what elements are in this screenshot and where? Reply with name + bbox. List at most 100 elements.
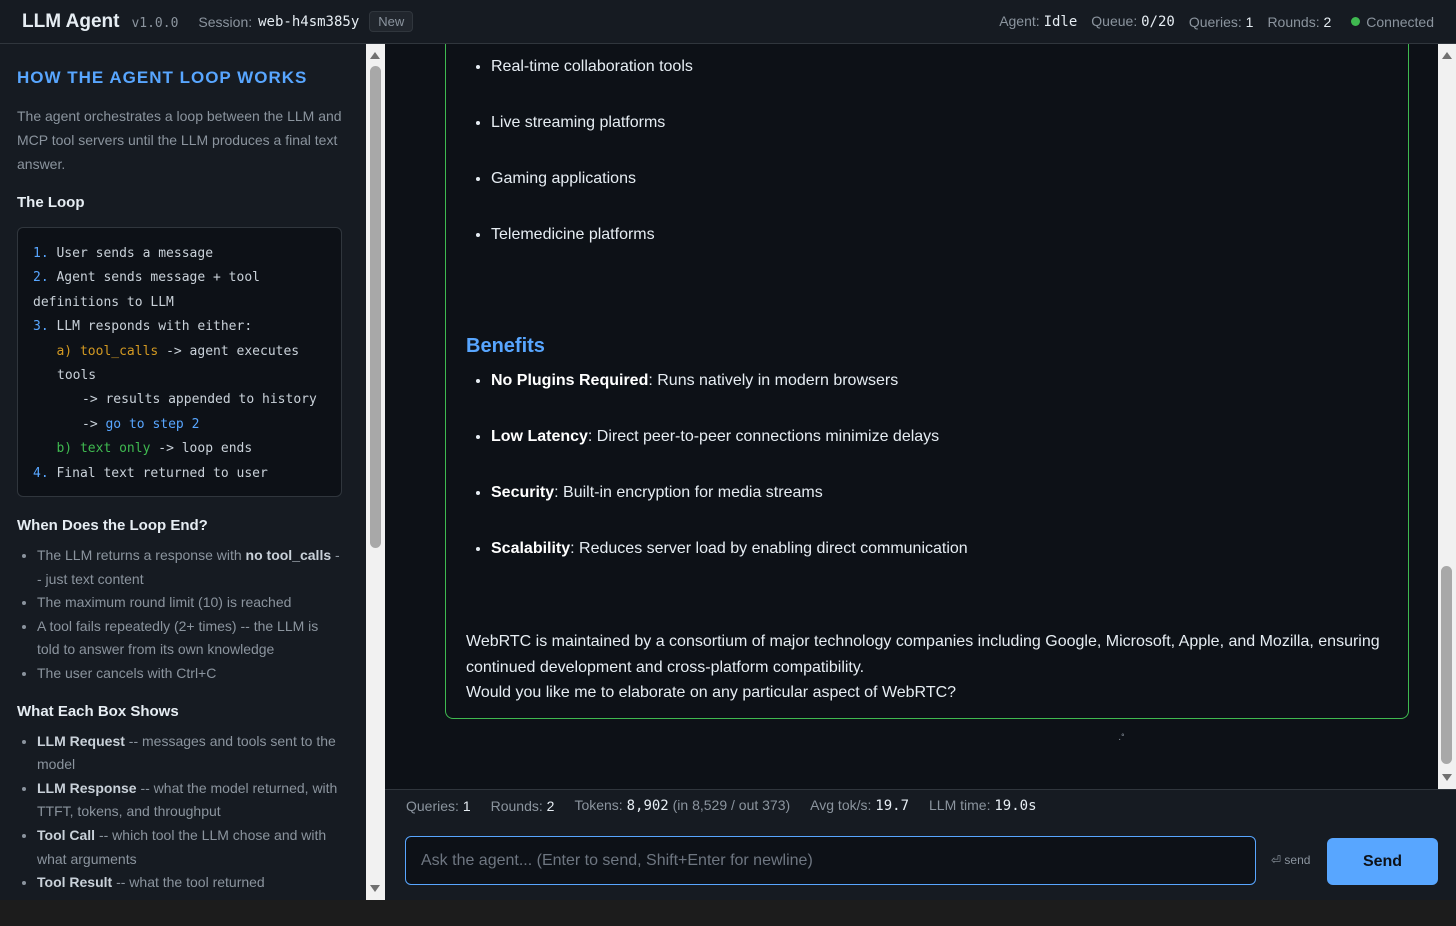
- code-line: 4. Final text returned to user: [33, 462, 327, 486]
- scrollbar-thumb[interactable]: [1441, 566, 1452, 764]
- session-id: web-h4sm385y: [258, 13, 360, 30]
- loop-code-block: 1. User sends a message 2. Agent sends m…: [17, 227, 342, 498]
- benefits-list: No Plugins Required: Runs natively in mo…: [466, 350, 1388, 574]
- code-line: 1. User sends a message: [33, 242, 327, 266]
- stat-rounds: Rounds: 2: [491, 798, 555, 814]
- stat-llm-time: LLM time: 19.0s: [929, 797, 1037, 814]
- stat-detail: (in 8,529 / out 373): [672, 797, 791, 813]
- stat-tokens: Tokens: 8,902 (in 8,529 / out 373): [574, 797, 790, 814]
- use-case-list: Real-time collaboration tools Live strea…: [466, 44, 1388, 260]
- bottom-strip: [0, 900, 1456, 926]
- stat-value: 2: [546, 797, 555, 814]
- list-item: LLM Request -- messages and tools sent t…: [37, 730, 342, 777]
- item-text: The LLM returns a response with: [37, 547, 246, 564]
- assistant-message: Real-time collaboration tools Live strea…: [445, 44, 1409, 719]
- item-title: LLM Response: [37, 779, 137, 796]
- stat-value: 8,902: [626, 798, 669, 814]
- step-text: -> results appended to history: [82, 392, 317, 408]
- stat-value: 19.0s: [994, 798, 1037, 814]
- agent-status: Agent: Idle: [999, 13, 1077, 30]
- scroll-down-icon[interactable]: [370, 885, 380, 892]
- sidebar-scrollbar[interactable]: [366, 44, 385, 900]
- list-item: Low Latency: Direct peer-to-peer connect…: [491, 406, 1388, 462]
- stat-label: LLM time:: [929, 797, 991, 813]
- stat-value: 1: [462, 797, 471, 814]
- rounds-status: Rounds: 2: [1267, 14, 1331, 30]
- list-item: Live streaming platforms: [491, 92, 1388, 148]
- benefit-title: Security: [491, 484, 555, 501]
- queue-label: Queue:: [1091, 13, 1138, 29]
- code-line: 3. LLM responds with either:: [33, 315, 327, 339]
- item-title: Tool Result: [37, 874, 113, 891]
- new-session-button[interactable]: New: [369, 11, 414, 32]
- queue-status: Queue: 0/20: [1091, 13, 1175, 30]
- rounds-value: 2: [1323, 13, 1332, 30]
- code-line: a) tool_calls -> agent executes tools: [33, 340, 327, 389]
- sidebar: How the Agent Loop Works The agent orche…: [0, 44, 366, 900]
- tool-calls-keyword: tool_calls: [79, 343, 159, 359]
- input-bar: ⏎ send Send: [385, 821, 1456, 900]
- benefit-text: : Reduces server load by enabling direct…: [570, 540, 968, 557]
- chat-scrollbar[interactable]: [1438, 44, 1456, 789]
- send-hint: ⏎ send: [1271, 853, 1311, 867]
- session-label: Session:: [198, 13, 253, 30]
- app-version: v1.0.0: [131, 15, 179, 31]
- list-item: Telemedicine platforms: [491, 204, 1388, 260]
- box-heading: What Each Box Shows: [17, 702, 179, 720]
- sidebar-title: How the Agent Loop Works: [17, 68, 308, 87]
- connection-dot-icon: [1351, 17, 1361, 26]
- list-item: Security: Built-in encryption for media …: [491, 462, 1388, 518]
- queries-value: 1: [1245, 13, 1254, 30]
- queries-status: Queries: 1: [1189, 14, 1254, 30]
- scroll-up-icon[interactable]: [1442, 52, 1452, 59]
- benefit-text: : Built-in encryption for media streams: [554, 484, 823, 501]
- step-text: -> loop ends: [150, 441, 253, 457]
- step-number: 4.: [33, 465, 49, 481]
- scrollbar-thumb[interactable]: [370, 66, 381, 548]
- loop-end-list: The LLM returns a response with no tool_…: [17, 544, 342, 686]
- send-button[interactable]: Send: [1327, 838, 1438, 885]
- header-stats: Agent: Idle Queue: 0/20 Queries: 1 Round…: [985, 13, 1456, 30]
- step-text: Final text returned to user: [48, 465, 268, 481]
- rounds-label: Rounds:: [1267, 13, 1320, 30]
- benefit-text: : Direct peer-to-peer connections minimi…: [587, 428, 940, 445]
- agent-status-label: Agent:: [999, 13, 1040, 29]
- closing-question: Would you like me to elaborate on any pa…: [466, 684, 957, 702]
- loop-end-heading: When Does the Loop End?: [17, 517, 208, 535]
- stat-label: Queries:: [406, 797, 459, 814]
- chat-input[interactable]: [405, 836, 1256, 885]
- loading-indicator-icon: ·˚: [1118, 734, 1125, 745]
- benefit-title: Scalability: [491, 540, 571, 557]
- app-title: LLM Agent: [22, 10, 120, 32]
- code-line: -> go to step 2: [33, 413, 327, 437]
- list-item: Gaming applications: [491, 148, 1388, 204]
- list-item: The LLM returns a response with no tool_…: [37, 544, 342, 591]
- scroll-down-icon[interactable]: [1442, 774, 1452, 781]
- closing-paragraph: WebRTC is maintained by a consortium of …: [466, 633, 1380, 676]
- item-title: Tool Call: [37, 827, 96, 843]
- agent-status-value: Idle: [1043, 14, 1078, 30]
- queue-value: 0/20: [1141, 14, 1175, 30]
- step-text: User sends a message: [48, 246, 214, 261]
- item-title: LLM Request: [37, 732, 125, 749]
- list-item: LLM Response -- what the model returned,…: [37, 777, 342, 824]
- step-number: 2.: [33, 270, 49, 286]
- text-only-keyword: text only: [79, 441, 151, 457]
- chat-area: Real-time collaboration tools Live strea…: [385, 44, 1438, 789]
- list-item: Tool Call -- which tool the LLM chose an…: [37, 824, 342, 871]
- stat-label: Avg tok/s:: [810, 797, 872, 813]
- step-text: Agent sends message + tool definitions t…: [33, 270, 260, 310]
- top-header: LLM Agent v1.0.0 Session: web-h4sm385y N…: [0, 0, 1456, 44]
- item-emphasis: no tool_calls: [245, 547, 332, 564]
- list-item: A tool fails repeatedly (2+ times) -- th…: [37, 615, 342, 662]
- loop-heading: The Loop: [17, 194, 85, 211]
- stat-value: 19.7: [875, 798, 909, 814]
- goto-step: go to step 2: [105, 416, 200, 432]
- benefit-title: No Plugins Required: [491, 372, 649, 389]
- list-item: Scalability: Reduces server load by enab…: [491, 518, 1388, 574]
- stat-label: Rounds:: [490, 797, 543, 814]
- scroll-up-icon[interactable]: [370, 52, 380, 59]
- branch-label: b): [56, 441, 73, 457]
- stat-avg-tps: Avg tok/s: 19.7: [810, 797, 909, 814]
- code-line: b) text only -> loop ends: [33, 437, 327, 461]
